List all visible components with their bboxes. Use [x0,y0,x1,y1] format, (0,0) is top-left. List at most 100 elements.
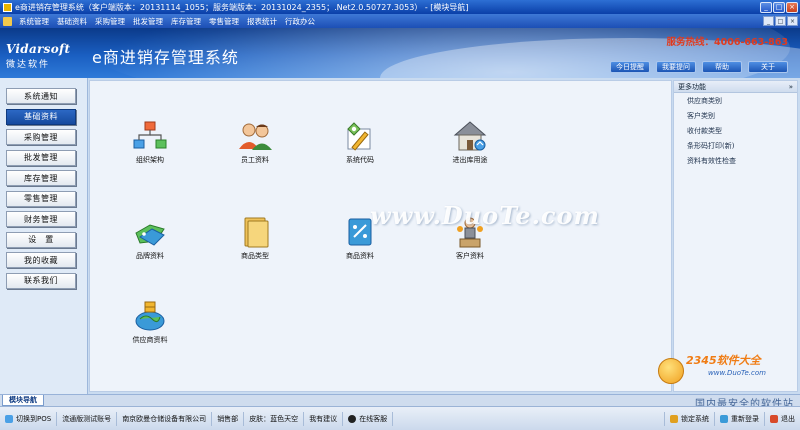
menu-app-icon [3,16,12,26]
account-name: 流通版测试账号 [57,411,118,426]
house-icon [450,119,490,153]
sidebar-item-purchase[interactable]: 采购管理 [6,129,76,145]
link-barcode-print[interactable]: 条形码打印(新) [674,138,797,153]
module-label: 系统代码 [346,156,374,164]
suggestion-link[interactable]: 我有建议 [304,411,344,426]
minimize-button[interactable]: _ [760,1,772,13]
menu-bar: 系统管理 基础资料 采购管理 批发管理 库存管理 零售管理 报表统计 行政办公 … [0,14,800,28]
pos-icon [5,414,13,423]
module-brands[interactable]: 品牌资料 [110,215,190,261]
sidebar-item-favorites[interactable]: 我的收藏 [6,252,76,268]
menu-basic-data[interactable]: 基础资料 [53,16,91,27]
module-employees[interactable]: 员工资料 [215,119,295,165]
module-label: 进出库用途 [452,156,488,164]
link-payment-type[interactable]: 收付款类型 [674,123,797,138]
exit-label: 退出 [781,414,795,423]
switch-pos-button[interactable]: 切换到POS [0,411,58,426]
menu-office[interactable]: 行政办公 [281,16,319,27]
relogin-icon [720,414,728,423]
menu-system[interactable]: 系统管理 [15,16,53,27]
module-system-codes[interactable]: 系统代码 [320,119,400,165]
ask-question-button[interactable]: 我要提问 [656,61,696,73]
main-area: 系统通知 基础资料 采购管理 批发管理 库存管理 零售管理 财务管理 设 置 我… [0,78,800,394]
maximize-button[interactable]: □ [773,1,785,13]
module-label: 商品资料 [346,252,374,260]
window-title: e商进销存管理系统（客户端版本：20131114_1055；服务端版本：2013… [15,2,469,12]
lock-icon [670,414,678,423]
mascot-icon [658,358,684,384]
relogin-button[interactable]: 重新登录 [714,411,764,426]
online-support-label: 在线客服 [359,414,388,423]
sidebar-item-notice[interactable]: 系统通知 [6,88,76,104]
sidebar-item-basic-data[interactable]: 基础资料 [6,108,76,125]
sidebar: 系统通知 基础资料 采购管理 批发管理 库存管理 零售管理 财务管理 设 置 我… [0,78,88,394]
qq-icon [348,414,357,423]
help-button[interactable]: 帮助 [702,61,742,73]
module-label: 商品类型 [241,252,269,260]
tab-strip: 模块导航 国内最安全的软件站 [0,394,800,410]
watermark-text: www.DuoTe.com [370,201,600,230]
child-close-button[interactable]: × [787,16,798,26]
code-pencil-icon [340,119,380,153]
module-org-structure[interactable]: 组织架构 [110,119,190,165]
header-banner: Vidarsoft 微达软件 e商进销存管理系统 服务热线：4006-663-8… [0,28,800,78]
site-badge: 2345软件大全 www.DuoTe.com [658,352,798,392]
org-chart-icon [130,119,170,153]
module-panel: 组织架构 员工资料 系统代码 进出库用途 品牌资料 商品类型 商品资料 客户资料… [89,80,672,392]
app-title: e商进销存管理系统 [92,48,239,67]
menu-inventory[interactable]: 库存管理 [167,16,205,27]
department-name: 销售部 [212,411,245,426]
service-hotline: 服务热线：4006-663-863 [666,37,789,48]
link-data-validity-check[interactable]: 资料有效性检查 [674,153,797,168]
sidebar-item-finance[interactable]: 财务管理 [6,211,76,227]
about-button[interactable]: 关于 [748,61,788,73]
module-label: 员工资料 [241,156,269,164]
exit-button[interactable]: 退出 [764,411,800,426]
menu-reports[interactable]: 报表统计 [243,16,281,27]
sidebar-item-inventory[interactable]: 库存管理 [6,170,76,186]
lock-system-button[interactable]: 锁定系统 [664,411,714,426]
tab-module-navigation[interactable]: 模块导航 [2,395,44,406]
status-bar: 切换到POS 流通版测试账号 南京欧曼仓储设备有限公司 销售部 皮肤：蓝色天空 … [0,406,800,430]
module-label: 品牌资料 [136,252,164,260]
menu-retail[interactable]: 零售管理 [205,16,243,27]
logo-english: Vidarsoft [6,42,71,56]
module-product-types[interactable]: 商品类型 [215,215,295,261]
collapse-icon[interactable]: » [789,83,793,91]
child-minimize-button[interactable]: _ [763,16,774,26]
today-reminder-button[interactable]: 今日提醒 [610,61,650,73]
tag-icon [130,215,170,249]
online-support-button[interactable]: 在线客服 [343,411,394,426]
app-icon [3,2,12,12]
module-stock-usage[interactable]: 进出库用途 [430,119,510,165]
badge-title: 2345软件大全 [686,354,761,367]
badge-url: www.DuoTe.com [708,369,766,377]
lock-system-label: 锁定系统 [681,414,709,423]
menu-purchase[interactable]: 采购管理 [91,16,129,27]
skin-selector[interactable]: 皮肤：蓝色天空 [244,411,305,426]
sidebar-item-settings[interactable]: 设 置 [6,231,76,248]
company-name: 南京欧曼仓储设备有限公司 [117,411,213,426]
more-functions-title: 更多功能 [678,82,706,91]
sidebar-item-contact[interactable]: 联系我们 [6,272,76,289]
more-functions-panel: 更多功能 » 供应商类别 客户类别 收付款类型 条形码打印(新) 资料有效性检查 [673,80,798,392]
folder-icon [235,215,275,249]
module-label: 供应商资料 [132,336,168,344]
exit-icon [770,414,778,423]
window-title-bar: e商进销存管理系统（客户端版本：20131114_1055；服务端版本：2013… [0,0,800,14]
more-functions-header[interactable]: 更多功能 » [674,81,797,93]
module-label: 客户资料 [456,252,484,260]
close-button[interactable]: × [786,1,798,13]
sidebar-item-wholesale[interactable]: 批发管理 [6,149,76,166]
relogin-label: 重新登录 [731,414,759,423]
sidebar-item-retail[interactable]: 零售管理 [6,190,76,207]
module-label: 组织架构 [136,156,164,164]
globe-supplier-icon [130,299,170,333]
logo-chinese: 微达软件 [6,60,51,70]
link-supplier-category[interactable]: 供应商类别 [674,93,797,108]
switch-pos-label: 切换到POS [16,414,52,423]
module-suppliers[interactable]: 供应商资料 [110,299,190,345]
menu-wholesale[interactable]: 批发管理 [129,16,167,27]
link-customer-category[interactable]: 客户类别 [674,108,797,123]
child-restore-button[interactable]: □ [775,16,786,26]
